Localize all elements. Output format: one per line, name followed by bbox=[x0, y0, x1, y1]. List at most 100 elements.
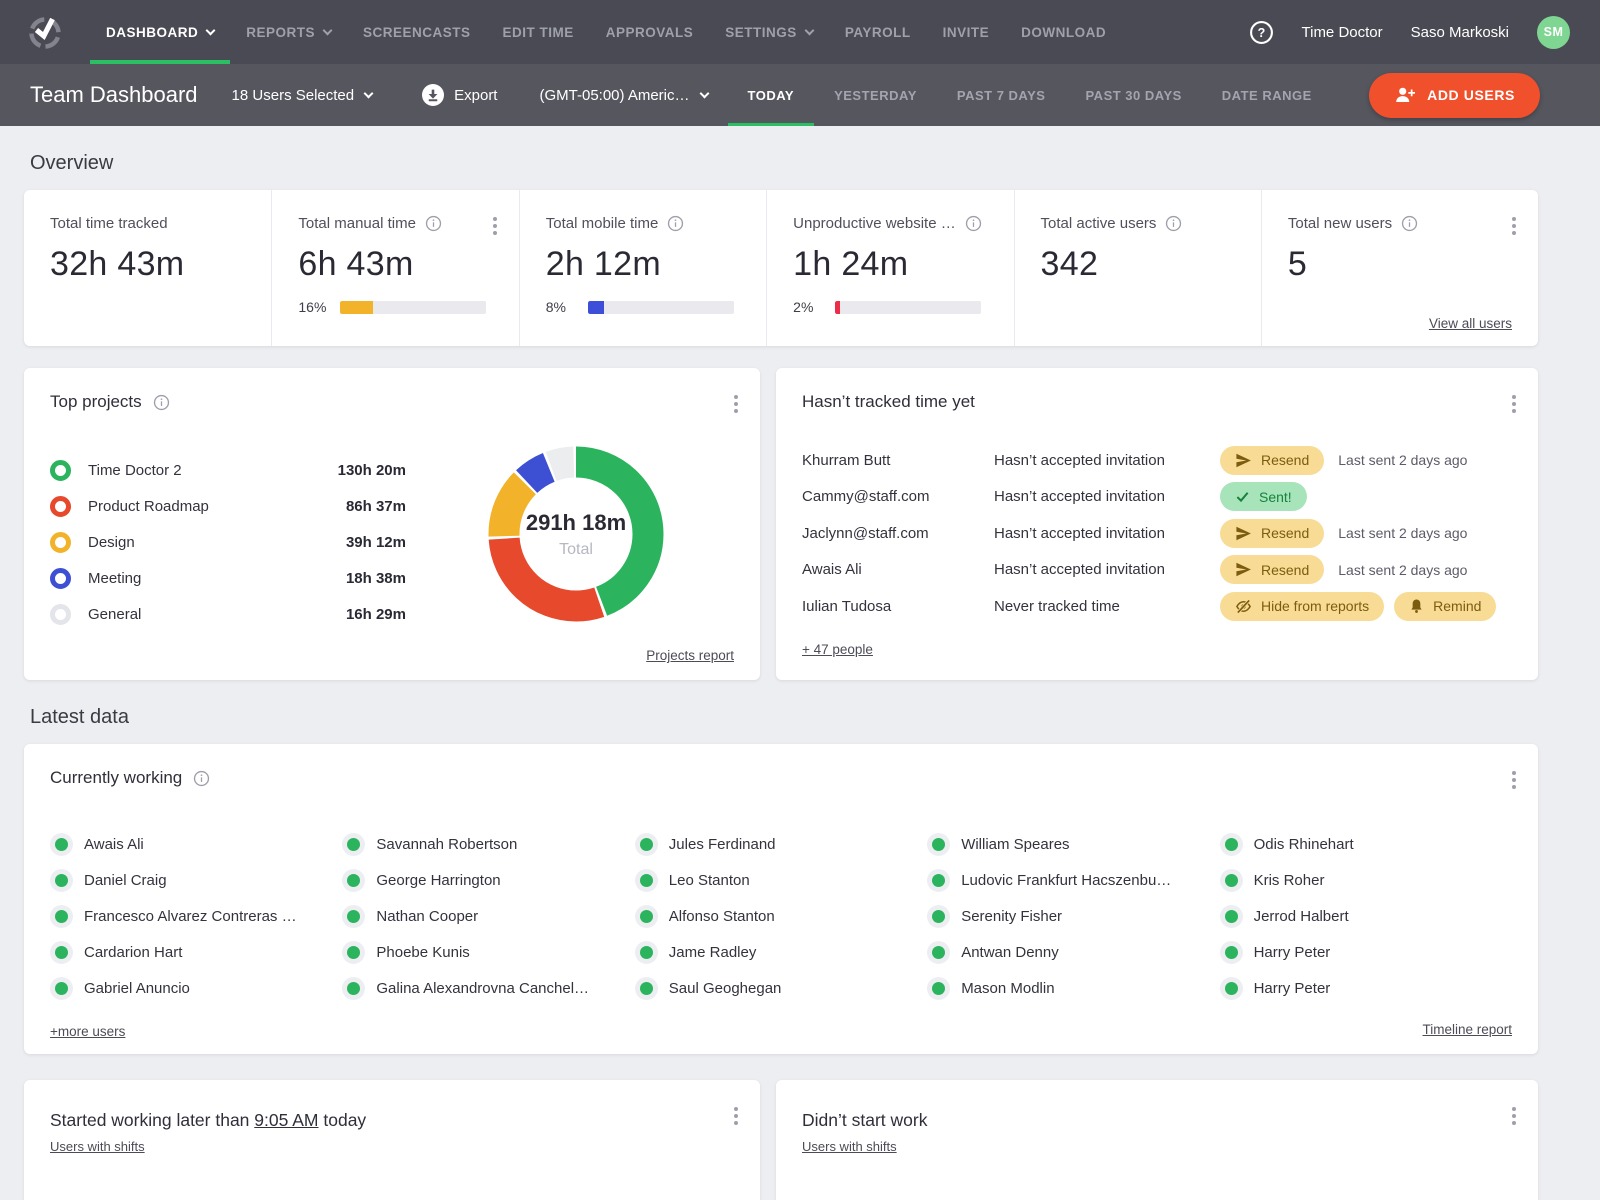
online-dot-icon bbox=[640, 874, 653, 887]
tab-yesterday[interactable]: YESTERDAY bbox=[814, 64, 937, 126]
working-column: William Speares Ludovic Frankfurt Hacszen… bbox=[927, 826, 1219, 1006]
project-ring-icon bbox=[50, 460, 71, 481]
help-icon[interactable]: ? bbox=[1249, 20, 1274, 45]
online-dot-icon bbox=[1225, 946, 1238, 959]
kebab-menu-icon[interactable] bbox=[1508, 393, 1520, 415]
stat-label: Total new users bbox=[1288, 215, 1392, 232]
user-name: Savannah Robertson bbox=[376, 836, 535, 853]
person-status: Hasn’t accepted invitation bbox=[994, 561, 1220, 578]
tab-past-7-days[interactable]: PAST 7 DAYS bbox=[937, 64, 1066, 126]
nav-item-payroll[interactable]: PAYROLL bbox=[829, 0, 927, 64]
project-ring-icon bbox=[50, 532, 71, 553]
export-button[interactable]: Export bbox=[422, 84, 497, 106]
working-user: Jerrod Halbert bbox=[1220, 898, 1512, 934]
nav-item-dashboard[interactable]: DASHBOARD bbox=[90, 0, 230, 64]
tab-past-30-days[interactable]: PAST 30 DAYS bbox=[1065, 64, 1201, 126]
resend-button[interactable]: Resend bbox=[1220, 555, 1324, 584]
stat-value: 342 bbox=[1041, 245, 1235, 284]
info-icon[interactable] bbox=[965, 215, 982, 232]
brand-menu[interactable]: Time Doctor bbox=[1302, 24, 1383, 41]
working-user: Gabriel Anuncio bbox=[50, 970, 342, 1006]
stat-label: Total manual time bbox=[298, 215, 416, 232]
tab-date-range[interactable]: DATE RANGE bbox=[1202, 64, 1332, 126]
view-all-users-link[interactable]: View all users bbox=[1429, 316, 1512, 331]
top-projects-title: Top projects bbox=[50, 392, 142, 412]
sent-button[interactable]: Sent! bbox=[1220, 482, 1307, 511]
online-dot-icon bbox=[932, 874, 945, 887]
nav-item-screencasts[interactable]: SCREENCASTS bbox=[347, 0, 487, 64]
dashboard-toolbar: Team Dashboard 18 Users Selected Export … bbox=[0, 64, 1600, 126]
online-dot-icon bbox=[932, 910, 945, 923]
stat-card-total-manual-time: Total manual time6h 43m16% bbox=[271, 190, 518, 346]
online-dot-icon bbox=[1225, 874, 1238, 887]
kebab-menu-icon[interactable] bbox=[1508, 1105, 1520, 1127]
resend-button[interactable]: Resend bbox=[1220, 446, 1324, 475]
remind-button[interactable]: Remind bbox=[1394, 592, 1496, 621]
person-name: Jaclynn@staff.com bbox=[802, 525, 994, 542]
users-with-shifts-link[interactable]: Users with shifts bbox=[802, 1139, 897, 1154]
user-menu[interactable]: Saso Markoski bbox=[1411, 24, 1509, 41]
avatar[interactable]: SM bbox=[1537, 16, 1570, 49]
stat-progress-bar: 8% bbox=[546, 299, 740, 315]
info-icon[interactable] bbox=[153, 394, 170, 411]
project-time: 39h 12m bbox=[346, 534, 406, 551]
user-name: Phoebe Kunis bbox=[376, 944, 487, 961]
stat-card-total-time-tracked: Total time tracked32h 43m bbox=[24, 190, 271, 346]
chevron-down-icon bbox=[323, 25, 333, 35]
working-user: George Harrington bbox=[342, 862, 634, 898]
resend-button[interactable]: Resend bbox=[1220, 519, 1324, 548]
add-users-button[interactable]: ADD USERS bbox=[1369, 73, 1540, 118]
time-doctor-logo-icon[interactable] bbox=[24, 11, 66, 53]
kebab-menu-icon[interactable] bbox=[1508, 215, 1520, 237]
online-dot-icon bbox=[55, 874, 68, 887]
not-tracked-row: Cammy@staff.comHasn’t accepted invitatio… bbox=[802, 479, 1512, 516]
last-sent-note: Last sent 2 days ago bbox=[1338, 452, 1467, 468]
projects-report-link[interactable]: Projects report bbox=[646, 648, 734, 663]
more-users-link[interactable]: +more users bbox=[50, 1024, 125, 1039]
info-icon[interactable] bbox=[1165, 215, 1182, 232]
info-icon[interactable] bbox=[1401, 215, 1418, 232]
user-name: Nathan Cooper bbox=[376, 908, 496, 925]
main-menu: DASHBOARDREPORTSSCREENCASTSEDIT TIMEAPPR… bbox=[90, 0, 1122, 64]
kebab-menu-icon[interactable] bbox=[489, 215, 501, 237]
info-icon[interactable] bbox=[193, 770, 210, 787]
not-tracked-row: Jaclynn@staff.comHasn’t accepted invitat… bbox=[802, 515, 1512, 552]
online-dot-icon bbox=[932, 946, 945, 959]
nav-item-invite[interactable]: INVITE bbox=[927, 0, 1006, 64]
donut-total-label: Total bbox=[559, 541, 593, 559]
project-time: 86h 37m bbox=[346, 498, 406, 515]
users-with-shifts-link[interactable]: Users with shifts bbox=[50, 1139, 145, 1154]
user-name: Ludovic Frankfurt Hacszenbu… bbox=[961, 872, 1189, 889]
nav-item-reports[interactable]: REPORTS bbox=[230, 0, 347, 64]
online-dot-icon bbox=[347, 838, 360, 851]
tab-today[interactable]: TODAY bbox=[728, 64, 815, 126]
working-user: Kris Roher bbox=[1220, 862, 1512, 898]
timezone-dropdown[interactable]: (GMT-05:00) Americ… bbox=[539, 87, 707, 104]
nav-item-download[interactable]: DOWNLOAD bbox=[1005, 0, 1122, 64]
info-icon[interactable] bbox=[667, 215, 684, 232]
stat-progress-bar: 2% bbox=[793, 299, 987, 315]
hide-button[interactable]: Hide from reports bbox=[1220, 592, 1384, 621]
working-user: William Speares bbox=[927, 826, 1219, 862]
timeline-report-link[interactable]: Timeline report bbox=[1422, 1022, 1512, 1037]
nav-item-settings[interactable]: SETTINGS bbox=[709, 0, 829, 64]
not-tracked-title: Hasn’t tracked time yet bbox=[802, 392, 975, 412]
stat-value: 5 bbox=[1288, 245, 1512, 284]
nav-item-edit-time[interactable]: EDIT TIME bbox=[487, 0, 590, 64]
online-dot-icon bbox=[932, 982, 945, 995]
kebab-menu-icon[interactable] bbox=[1508, 769, 1520, 791]
user-name: Daniel Craig bbox=[84, 872, 185, 889]
project-name: Product Roadmap bbox=[88, 498, 346, 515]
users-selected-dropdown[interactable]: 18 Users Selected bbox=[232, 87, 373, 104]
info-icon[interactable] bbox=[425, 215, 442, 232]
stat-label: Unproductive website … bbox=[793, 215, 956, 232]
user-name: Jerrod Halbert bbox=[1254, 908, 1367, 925]
project-name: Meeting bbox=[88, 570, 346, 587]
kebab-menu-icon[interactable] bbox=[730, 393, 742, 415]
kebab-menu-icon[interactable] bbox=[730, 1105, 742, 1127]
online-dot-icon bbox=[640, 910, 653, 923]
nav-item-approvals[interactable]: APPROVALS bbox=[590, 0, 710, 64]
didnt-start-title: Didn’t start work bbox=[802, 1110, 1512, 1131]
more-people-link[interactable]: + 47 people bbox=[802, 642, 873, 657]
working-column: Odis RhinehartKris RoherJerrod HalbertHa… bbox=[1220, 826, 1512, 1006]
